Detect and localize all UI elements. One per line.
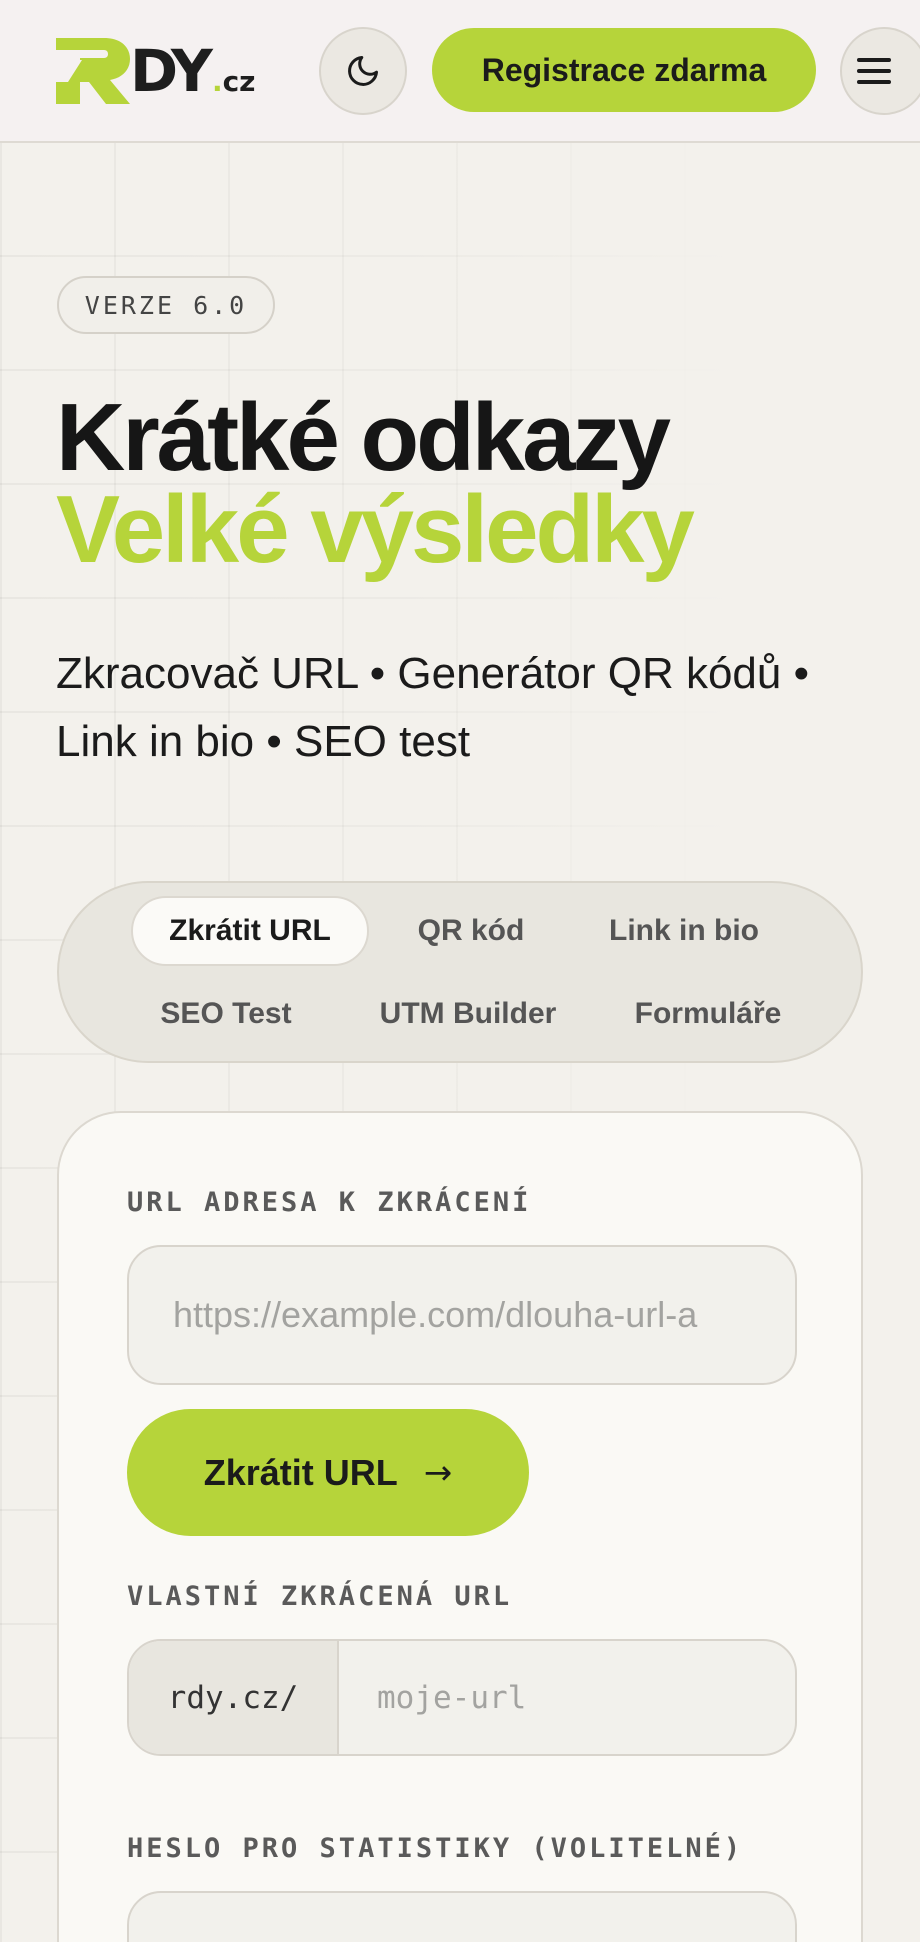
url-input-placeholder: https://example.com/dlouha-url-a (173, 1294, 698, 1335)
tab-forms[interactable]: Formuláře (603, 979, 813, 1049)
version-badge: VERZE 6.0 (57, 276, 275, 334)
tab-seo-test[interactable]: SEO Test (119, 979, 333, 1049)
hero-title: Krátké odkazy Velké výsledky (56, 384, 876, 583)
hero-subtitle: Zkracovač URL • Generátor QR kódů • Link… (56, 640, 856, 776)
logo-r-mark-icon (56, 38, 130, 104)
shorten-url-button[interactable]: Zkrátit URL → (127, 1409, 529, 1536)
custom-url-prefix: rdy.cz/ (129, 1641, 339, 1754)
arrow-right-icon: → (423, 1452, 453, 1493)
tab-shorten-url[interactable]: Zkrátit URL (131, 896, 369, 966)
site-header: DY .cz Registrace zdarma (0, 0, 920, 143)
custom-url-placeholder: moje-url (377, 1679, 527, 1716)
hero-subtitle-line1: Zkracovač URL • Generátor QR kódů • (56, 649, 810, 698)
shorten-url-button-label: Zkrátit URL (203, 1451, 398, 1493)
password-label: HESLO PRO STATISTIKY (VOLITELNÉ) (127, 1833, 744, 1864)
hero-title-line2: Velké výsledky (56, 476, 695, 583)
hero-title-line1: Krátké odkazy (56, 384, 671, 491)
logo-link[interactable]: DY .cz (56, 38, 276, 104)
moon-icon (348, 56, 378, 86)
custom-url-label: VLASTNÍ ZKRÁCENÁ URL (127, 1581, 513, 1612)
tab-qr-code[interactable]: QR kód (381, 896, 561, 966)
hero-subtitle-line2: Link in bio • SEO test (56, 717, 471, 766)
custom-url-field[interactable]: rdy.cz/ moje-url (127, 1639, 797, 1756)
url-input[interactable]: https://example.com/dlouha-url-a (127, 1245, 797, 1385)
shorten-form-card: URL ADRESA K ZKRÁCENÍ https://example.co… (57, 1111, 863, 1942)
menu-button[interactable] (840, 27, 920, 115)
tab-utm-builder[interactable]: UTM Builder (343, 979, 593, 1049)
url-label: URL ADRESA K ZKRÁCENÍ (127, 1187, 532, 1218)
tab-link-in-bio[interactable]: Link in bio (569, 896, 799, 966)
theme-toggle-button[interactable] (319, 27, 407, 115)
hamburger-menu-icon (857, 58, 891, 84)
register-button[interactable]: Registrace zdarma (432, 28, 816, 112)
tool-tabs: Zkrátit URL QR kód Link in bio SEO Test … (57, 881, 863, 1063)
logo-text: DY (130, 37, 213, 105)
password-input[interactable] (127, 1891, 797, 1942)
logo-domain: .cz (211, 64, 256, 98)
